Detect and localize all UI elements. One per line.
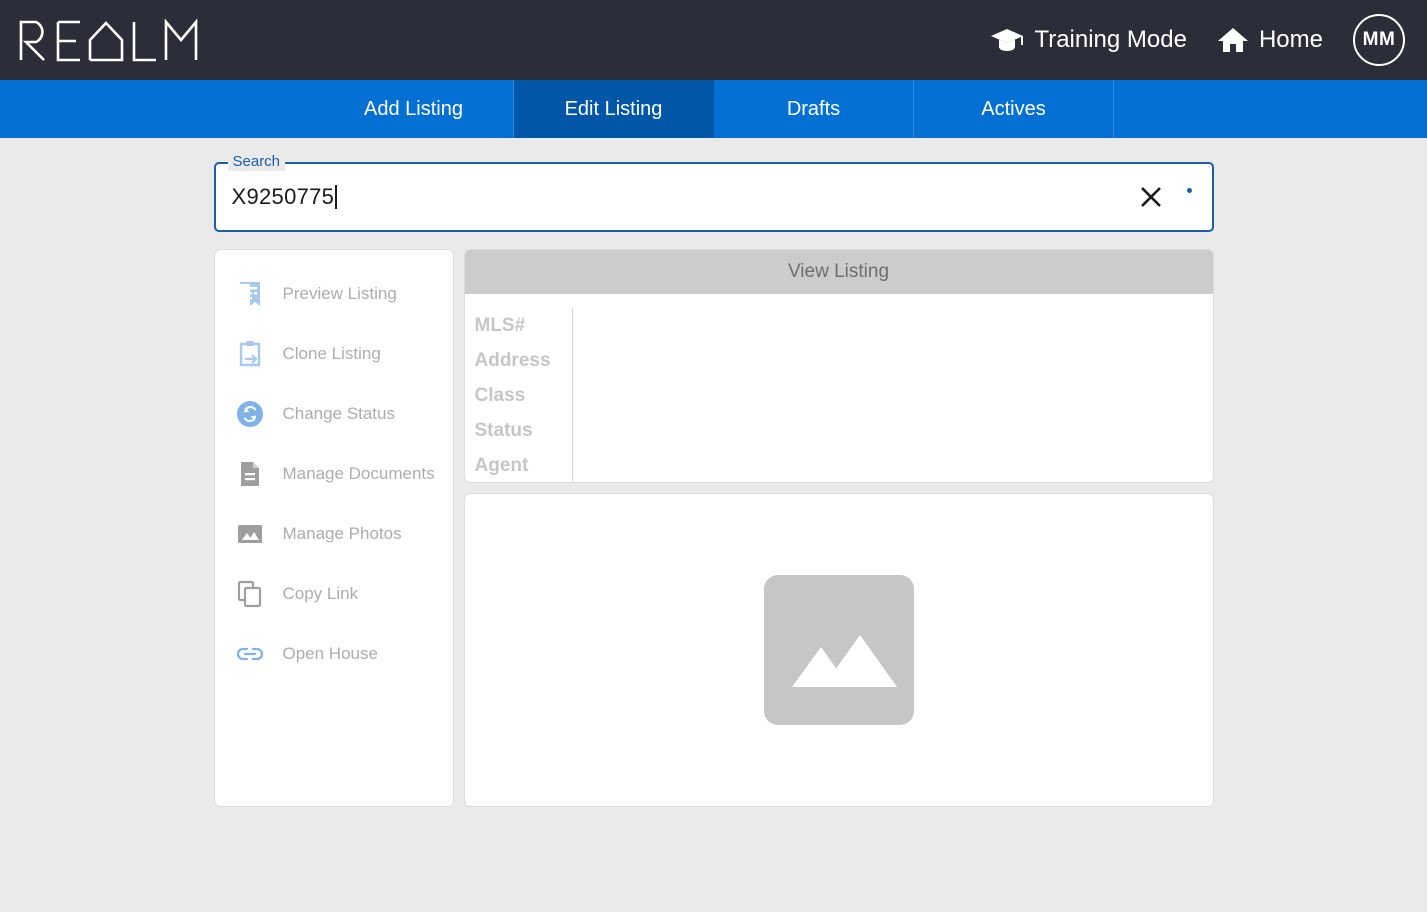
text-caret [335,185,337,209]
search-value-text: X9250775 [231,184,335,209]
listing-detail-card: View Listing MLS# Address Class Status A… [463,249,1214,483]
label-class: Class [474,385,526,406]
nav-left-spacer [0,80,314,138]
avatar[interactable]: MM [1353,14,1405,66]
tab-drafts-label: Drafts [786,97,841,120]
sidebar-item-label: Open House [282,644,378,663]
view-listing-title: View Listing [787,261,890,282]
sidebar-item-label: Copy Link [282,584,359,603]
sidebar-item-preview-listing[interactable]: Preview Listing [215,264,453,324]
listing-detail-values [573,308,1213,482]
sidebar-item-copy-link[interactable]: Copy Link [215,564,453,624]
sidebar-item-change-status[interactable]: Change Status [215,384,453,444]
nav-right-spacer [1114,80,1427,138]
sidebar-item-open-house[interactable]: Open House [215,624,453,684]
tab-add-listing[interactable]: Add Listing [314,80,514,138]
sidebar-item-label: Preview Listing [282,284,397,303]
search-input[interactable]: X9250775 [213,162,1214,232]
sidebar-item-label: Change Status [282,404,395,423]
listing-actions-panel: Preview Listing Clone Listing Change Sta… [213,249,454,807]
search-field: Search X9250775 [213,153,1214,232]
sidebar-item-manage-documents[interactable]: Manage Documents [215,444,453,504]
home-button[interactable]: Home [1217,25,1323,55]
sidebar-item-clone-listing[interactable]: Clone Listing [215,324,453,384]
copy-icon [235,579,265,609]
sidebar-item-label: Manage Photos [282,524,402,543]
receipt-icon [235,279,265,309]
status-dot [1186,188,1192,193]
header-actions: Training Mode Home MM [990,14,1405,66]
view-listing-header: View Listing [464,250,1213,294]
label-status: Status [474,420,533,441]
tab-edit-listing[interactable]: Edit Listing [514,80,714,138]
listing-photo-card [463,493,1214,807]
sidebar-item-manage-photos[interactable]: Manage Photos [215,504,453,564]
app-header: Training Mode Home MM [0,0,1427,80]
listing-detail-body: MLS# Address Class Status Agent [465,294,1213,482]
sync-circle-icon [235,399,265,429]
home-icon [1217,25,1249,55]
training-mode-label: Training Mode [1034,26,1187,53]
image-placeholder-icon [763,575,914,725]
tab-add-listing-label: Add Listing [364,97,463,120]
sidebar-item-label: Clone Listing [282,344,381,363]
label-mls: MLS# [474,315,526,336]
sidebar-item-label: Manage Documents [282,464,435,483]
realm-logo [18,16,198,64]
tab-actives[interactable]: Actives [914,80,1114,138]
close-icon[interactable] [1138,184,1164,210]
image-icon [235,519,265,549]
home-label: Home [1258,26,1323,53]
listing-detail-labels: MLS# Address Class Status Agent [465,308,573,482]
main-content: Preview Listing Clone Listing Change Sta… [213,249,1214,807]
training-mode-button[interactable]: Training Mode [990,26,1187,54]
main-nav: Add Listing Edit Listing Drafts Actives [0,80,1427,138]
tab-actives-label: Actives [981,97,1046,120]
search-label: Search [227,153,286,171]
graduation-cap-icon [990,26,1024,54]
tab-edit-listing-label: Edit Listing [564,97,663,120]
label-address: Address [474,350,551,371]
listing-detail-column: View Listing MLS# Address Class Status A… [463,249,1214,807]
realm-logo-mark [19,18,198,62]
avatar-initials: MM [1362,29,1396,50]
label-agent: Agent [474,455,529,476]
document-icon [235,459,265,489]
clipboard-arrow-icon [235,339,265,369]
link-chain-icon [235,639,265,669]
tab-drafts[interactable]: Drafts [714,80,914,138]
